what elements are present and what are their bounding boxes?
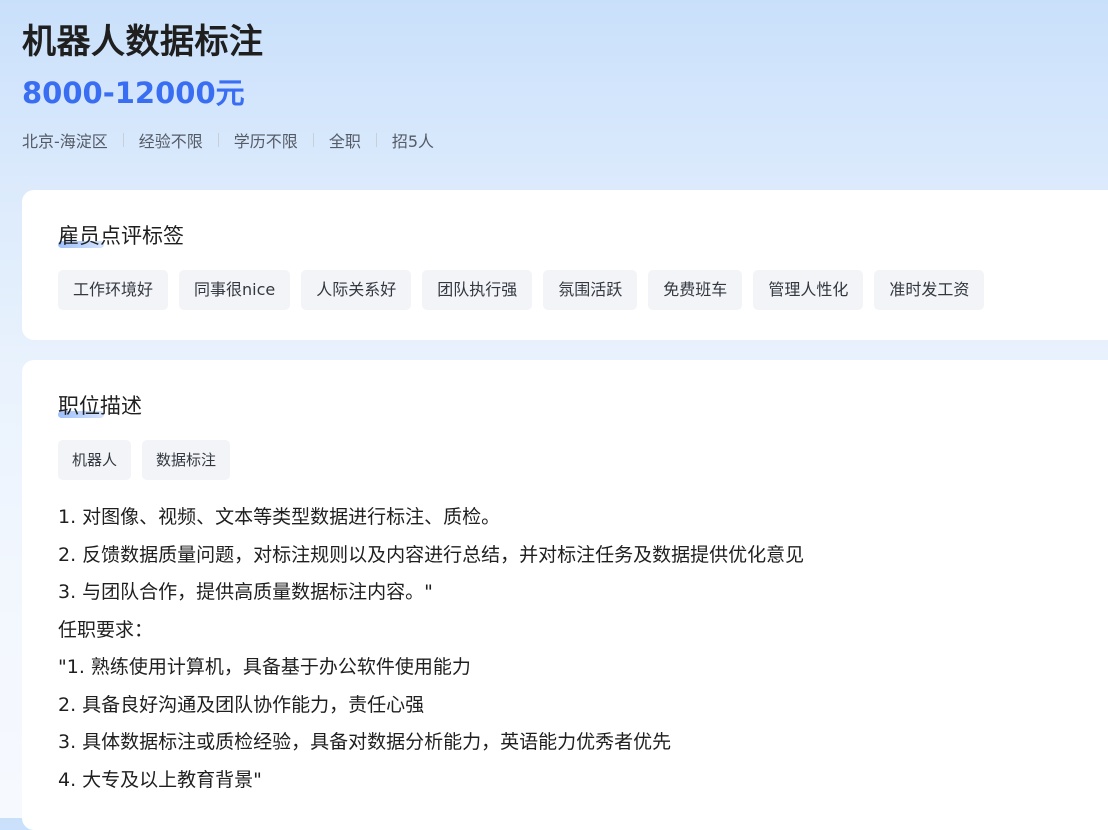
meta-divider <box>122 133 124 147</box>
employee-tag: 氛围活跃 <box>543 270 638 310</box>
meta-divider <box>217 133 219 147</box>
job-description-title: 职位描述 <box>58 394 142 418</box>
meta-job-type: 全职 <box>328 132 361 151</box>
description-line: 3. 具体数据标注或质检经验，具备对数据分析能力，英语能力优秀者优先 <box>58 731 672 753</box>
employee-tag: 同事很nice <box>179 270 291 310</box>
description-line: 2. 具备良好沟通及团队协作能力，责任心强 <box>58 693 425 716</box>
job-description-text: 1. 对图像、视频、文本等类型数据进行标注、质检。 2. 反馈数据质量问题，对标… <box>58 499 1078 799</box>
description-line: "1. 熟练使用计算机，具备基于办公软件使用能力 <box>58 656 471 678</box>
description-line: 1. 对图像、视频、文本等类型数据进行标注、质检。 <box>58 506 501 528</box>
employee-tags-title: 雇员点评标签 <box>58 224 184 248</box>
job-title: 机器人数据标注 <box>22 22 264 62</box>
keyword-tag[interactable]: 机器人 <box>58 440 132 480</box>
job-description-card: 职位描述 机器人 数据标注 1. 对图像、视频、文本等类型数据进行标注、质检。 … <box>22 360 1108 830</box>
employee-tag: 免费班车 <box>648 270 743 310</box>
salary-range: 8000-12000元 <box>22 76 245 110</box>
keyword-tag[interactable]: 数据标注 <box>142 440 231 480</box>
employee-tag: 工作环境好 <box>58 270 169 310</box>
keyword-tag-list: 机器人 数据标注 <box>58 440 231 480</box>
description-line: 4. 大专及以上教育背景" <box>58 768 262 791</box>
employee-tag: 准时发工资 <box>874 270 985 310</box>
employee-tag: 团队执行强 <box>422 270 533 310</box>
meta-education: 学历不限 <box>233 132 298 151</box>
description-line: 2. 反馈数据质量问题，对标注规则以及内容进行总结，并对标注任务及数据提供优化意… <box>58 543 805 566</box>
meta-experience: 经验不限 <box>138 132 203 151</box>
description-line: 3. 与团队合作，提供高质量数据标注内容。" <box>58 581 433 603</box>
meta-headcount: 招5人 <box>391 132 435 151</box>
job-meta: 北京-海淀区 经验不限 学历不限 全职 招5人 <box>22 128 434 152</box>
description-line: 任职要求： <box>58 618 154 641</box>
meta-location: 北京-海淀区 <box>22 132 108 151</box>
employee-tag-list: 工作环境好 同事很nice 人际关系好 团队执行强 氛围活跃 免费班车 管理人性… <box>58 270 985 310</box>
meta-divider <box>312 133 314 147</box>
employee-tag: 人际关系好 <box>301 270 412 310</box>
meta-divider <box>375 133 377 147</box>
employee-tag: 管理人性化 <box>753 270 864 310</box>
employee-tags-card: 雇员点评标签 工作环境好 同事很nice 人际关系好 团队执行强 氛围活跃 免费… <box>22 190 1108 340</box>
